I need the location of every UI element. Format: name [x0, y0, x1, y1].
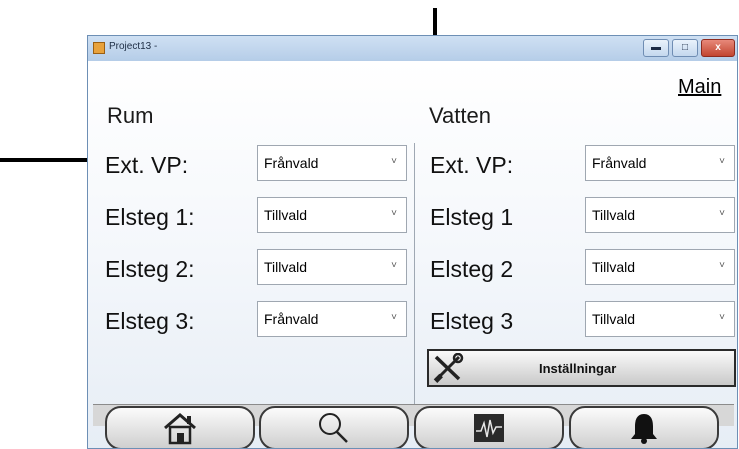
vatten-ext-vp-dropdown[interactable]: Frånvald ˅ — [585, 145, 735, 181]
home-icon — [164, 413, 196, 445]
chevron-down-icon: ˅ — [391, 312, 397, 323]
rum-elsteg-2-dropdown[interactable]: Tillvald ˅ — [257, 249, 407, 285]
rum-elsteg-1-dropdown[interactable]: Tillvald ˅ — [257, 197, 407, 233]
vatten-ext-vp-label: Ext. VP: — [430, 152, 514, 178]
chevron-down-icon: ˅ — [391, 260, 397, 271]
column-divider — [414, 143, 415, 410]
dropdown-value: Tillvald — [592, 311, 636, 327]
rum-ext-vp-label: Ext. VP: — [105, 152, 189, 178]
dropdown-value: Frånvald — [592, 155, 647, 171]
vatten-elsteg-1-label: Elsteg 1 — [430, 204, 514, 230]
rum-elsteg-3-dropdown[interactable]: Frånvald ˅ — [257, 301, 407, 337]
window-title: Project13 - — [109, 41, 158, 52]
maximize-button[interactable]: □ — [672, 39, 698, 57]
vatten-elsteg-3-dropdown[interactable]: Tillvald ˅ — [585, 301, 735, 337]
chevron-down-icon: ˅ — [719, 260, 725, 271]
installningar-button[interactable]: Inställningar — [427, 349, 736, 387]
chevron-down-icon: ˅ — [719, 156, 725, 167]
chevron-down-icon: ˅ — [391, 156, 397, 167]
vatten-elsteg-2-label: Elsteg 2 — [430, 256, 514, 282]
rum-elsteg-1-label: Elsteg 1: — [105, 204, 195, 230]
dropdown-value: Tillvald — [592, 207, 636, 223]
chart-nav-button[interactable] — [414, 406, 564, 448]
close-button[interactable]: x — [701, 39, 735, 57]
main-link[interactable]: Main — [678, 76, 721, 99]
bell-icon — [631, 414, 657, 444]
minimize-button[interactable]: ▬ — [643, 39, 669, 57]
rum-heading: Rum — [107, 103, 154, 128]
dropdown-value: Tillvald — [592, 259, 636, 275]
chevron-down-icon: ˅ — [391, 208, 397, 219]
dropdown-value: Tillvald — [264, 259, 308, 275]
home-nav-button[interactable] — [105, 406, 255, 448]
bell-nav-button[interactable] — [569, 406, 719, 448]
chart-icon — [474, 414, 504, 442]
app-icon — [93, 42, 105, 54]
client-area: Main Rum Vatten Ext. VP: Frånvald ˅ Elst… — [88, 61, 737, 448]
title-bar: Project13 - ▬ □ x — [88, 36, 737, 62]
chevron-down-icon: ˅ — [719, 208, 725, 219]
rum-ext-vp-dropdown[interactable]: Frånvald ˅ — [257, 145, 407, 181]
dropdown-value: Frånvald — [264, 311, 319, 327]
vatten-elsteg-1-dropdown[interactable]: Tillvald ˅ — [585, 197, 735, 233]
installningar-label: Inställningar — [539, 361, 617, 376]
vatten-elsteg-3-label: Elsteg 3 — [430, 308, 514, 334]
dropdown-value: Tillvald — [264, 207, 308, 223]
app-window: Project13 - ▬ □ x Main Rum Vatten Ext. V… — [87, 35, 738, 449]
dropdown-value: Frånvald — [264, 155, 319, 171]
search-nav-button[interactable] — [259, 406, 409, 448]
vatten-elsteg-2-dropdown[interactable]: Tillvald ˅ — [585, 249, 735, 285]
tools-icon — [433, 353, 464, 383]
rum-elsteg-2-label: Elsteg 2: — [105, 256, 195, 282]
vatten-heading: Vatten — [429, 103, 491, 128]
chevron-down-icon: ˅ — [719, 312, 725, 323]
search-icon — [319, 413, 348, 443]
rum-elsteg-3-label: Elsteg 3: — [105, 308, 195, 334]
